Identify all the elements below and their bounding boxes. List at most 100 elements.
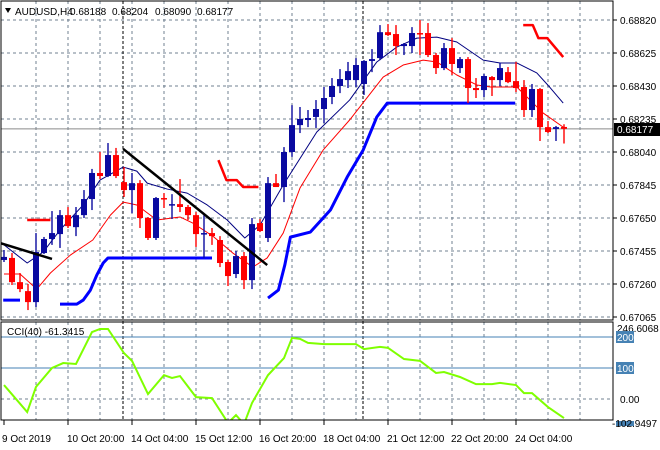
candle-body (33, 252, 39, 303)
candle (169, 194, 175, 220)
candle-body (273, 183, 279, 188)
candle-body (217, 240, 223, 264)
candle-body (177, 204, 183, 207)
cci-plot (1, 327, 613, 420)
candle (9, 253, 15, 286)
candle-body (57, 215, 63, 235)
candle-body (329, 86, 335, 97)
candle-body (161, 198, 167, 200)
candle-body (169, 204, 175, 206)
price-label: 0.68040 (620, 148, 657, 159)
candle (457, 57, 463, 73)
time-label: 9 Oct 2019 (2, 434, 51, 445)
candle (41, 236, 47, 255)
candle (553, 125, 559, 141)
candle-body (9, 257, 15, 283)
resistance-step-line (523, 23, 565, 58)
time-label: 14 Oct 04:00 (131, 434, 189, 445)
candle-body (529, 89, 535, 111)
price-label: 0.67455 (620, 247, 657, 258)
candle (401, 43, 407, 56)
candle (233, 251, 239, 279)
candle (225, 259, 231, 287)
cci-level-200-label: 200 (617, 333, 634, 344)
candle-body (153, 198, 159, 238)
candle (561, 124, 567, 144)
candle-body (17, 282, 23, 290)
candle (473, 78, 479, 99)
candle (377, 25, 383, 61)
support-step-line (267, 101, 516, 300)
candle-body (433, 55, 439, 69)
open-value: 0.68188 (70, 7, 107, 18)
main-panel-border (0, 0, 614, 321)
candle (65, 207, 71, 228)
candle-body (297, 119, 303, 126)
candle-body (465, 59, 471, 89)
candle-body (225, 262, 231, 277)
candle (353, 58, 359, 88)
candle-body (321, 98, 327, 110)
resistance-step-line (217, 159, 259, 189)
candle-body (401, 44, 407, 47)
candle (129, 172, 135, 214)
candle (289, 105, 295, 157)
candle-body (561, 126, 567, 129)
cci-min-label: -102.9497 (612, 419, 657, 430)
candle (321, 87, 327, 124)
candle (505, 67, 511, 84)
candle-body (441, 48, 447, 69)
candle-body (233, 256, 239, 275)
candle (49, 211, 55, 245)
close-value: 0.68177 (197, 7, 234, 18)
candle-body (497, 68, 503, 81)
price-label: 0.68430 (620, 82, 657, 93)
candle-body (521, 87, 527, 111)
symbol-header: AUDUSD,H4 0.68188 0.68204 0.68090 0.6817… (5, 7, 234, 18)
candle-body (353, 65, 359, 81)
candle-body (281, 152, 287, 188)
candle-body (361, 60, 367, 84)
candle (73, 207, 79, 237)
time-label: 15 Oct 12:00 (195, 434, 253, 445)
support-step-line (60, 256, 212, 306)
candle (497, 62, 503, 86)
candle-body (369, 59, 375, 61)
candle (153, 197, 159, 240)
current-price-label: 0.68177 (617, 125, 654, 136)
chart-canvas[interactable]: 0.688200.686250.684300.682350.680400.678… (0, 0, 660, 450)
candle (25, 284, 31, 311)
candle-body (129, 183, 135, 191)
candle-body (185, 207, 191, 216)
candle-body (513, 81, 519, 89)
cci-level-100-label: 100 (617, 364, 634, 375)
candle (441, 43, 447, 71)
triangle-down-icon[interactable] (5, 8, 11, 13)
candle-body (385, 32, 391, 36)
candle (337, 69, 343, 94)
candle-body (289, 125, 295, 152)
candle (329, 78, 335, 105)
candle (305, 110, 311, 128)
time-label: 21 Oct 12:00 (387, 434, 445, 445)
candle (529, 83, 535, 117)
candle (361, 60, 367, 95)
candle-body (393, 34, 399, 47)
candle (521, 80, 527, 117)
cci-title: CCI(40) -61.3415 (7, 327, 85, 338)
price-plot (1, 20, 613, 311)
grid-lines (1, 1, 613, 420)
candle-body (1, 256, 7, 260)
price-label: 0.67065 (620, 313, 657, 324)
candle (513, 61, 519, 93)
candle (81, 190, 87, 218)
candle-body (89, 172, 95, 200)
price-label: 0.67260 (620, 280, 657, 291)
candle-body (377, 32, 383, 59)
candle (113, 147, 119, 179)
candle (161, 193, 167, 209)
chart-window: 0.68820 0.68625 0.68430 0.68235 0.68040 0.678… (0, 0, 660, 450)
candle (425, 23, 431, 58)
candle-body (425, 33, 431, 56)
candle-body (25, 291, 31, 303)
